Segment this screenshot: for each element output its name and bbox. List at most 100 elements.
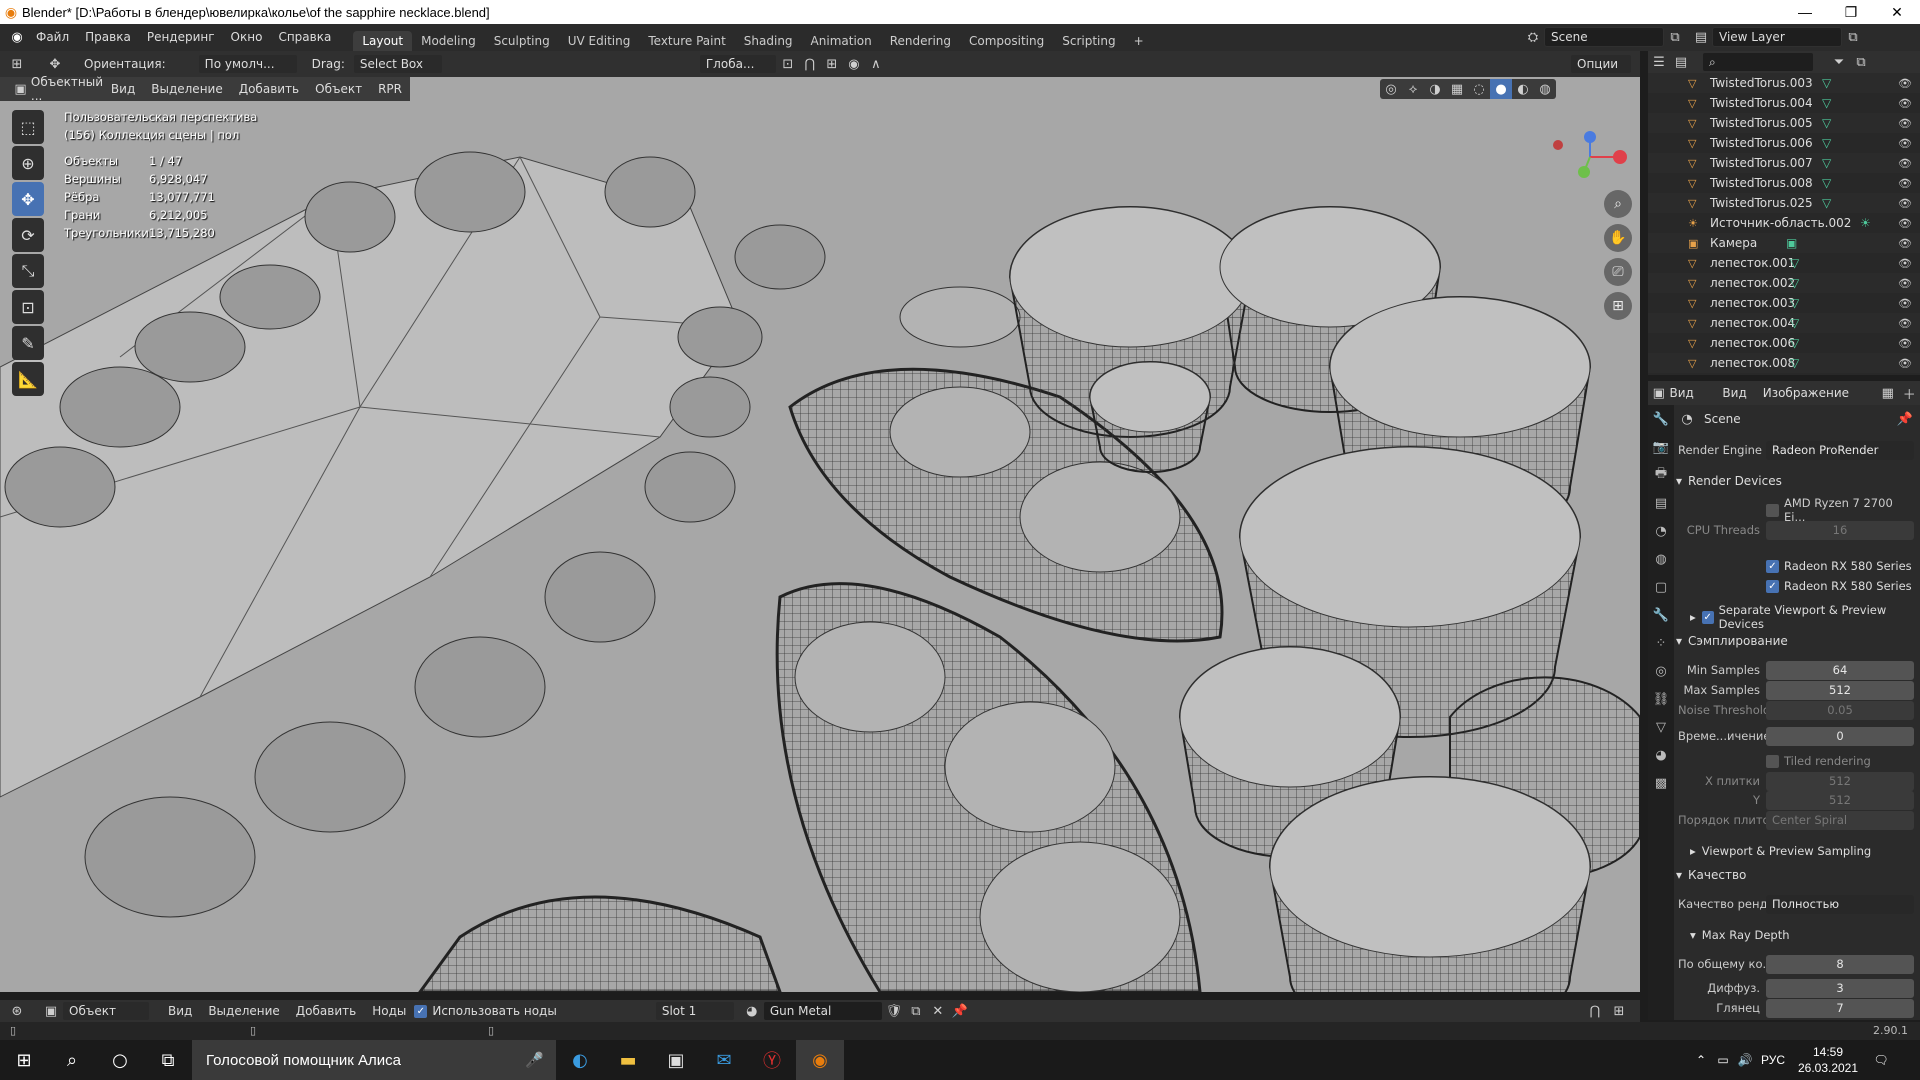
tab-texture-paint[interactable]: Texture Paint: [639, 31, 734, 51]
volume-icon[interactable]: 🔊: [1734, 1053, 1756, 1067]
overlay-icon[interactable]: ◑: [1424, 79, 1446, 99]
eye-icon[interactable]: 👁: [1898, 337, 1912, 350]
tiled-checkbox[interactable]: [1766, 754, 1779, 768]
outliner-item[interactable]: ▣ Камера ▣ 👁: [1648, 233, 1920, 253]
transform-gizmo-icon[interactable]: ✥: [44, 54, 66, 74]
move-tool-icon[interactable]: ✥: [12, 182, 44, 216]
outliner-item[interactable]: ▽ TwistedTorus.004 ▽ 👁: [1648, 93, 1920, 113]
outliner-search-input[interactable]: ⌕: [1702, 52, 1814, 72]
data-tab-icon[interactable]: ▽: [1648, 713, 1674, 741]
view-layer-selector[interactable]: View Layer: [1712, 27, 1842, 47]
gizmo-icon[interactable]: ⟡: [1402, 79, 1424, 99]
scale-tool-icon[interactable]: ⤡: [12, 254, 44, 288]
pan-hand-icon[interactable]: ✋: [1604, 224, 1632, 252]
menu-file[interactable]: Файл: [28, 24, 77, 51]
viewport-sampling-header[interactable]: ▸ Viewport & Preview Sampling: [1676, 840, 1916, 862]
outliner-item[interactable]: ▽ TwistedTorus.003 ▽ 👁: [1648, 73, 1920, 93]
scene-icon[interactable]: ⛭: [1522, 27, 1544, 47]
cpu-threads-field[interactable]: 16: [1766, 520, 1914, 540]
tray-chevron-icon[interactable]: ⌃: [1690, 1053, 1712, 1067]
scene-tab-icon[interactable]: ◔: [1648, 517, 1674, 545]
new-collection-icon[interactable]: ⧉: [1850, 52, 1872, 72]
eye-icon[interactable]: 👁: [1898, 237, 1912, 250]
blender-menu-icon[interactable]: ◉: [6, 28, 28, 48]
start-icon[interactable]: ⊞: [0, 1040, 48, 1080]
material-name-field[interactable]: Gun Metal: [762, 1001, 883, 1021]
outliner-item[interactable]: ▽ лепесток.003 ▽ 👁: [1648, 293, 1920, 313]
eye-icon[interactable]: 👁: [1898, 97, 1912, 110]
cursor-tool-icon[interactable]: ⊕: [12, 146, 44, 180]
image-new-icon[interactable]: ＋: [1899, 383, 1920, 403]
shader-type-dropdown[interactable]: Объект: [62, 1001, 150, 1021]
node-menu-view[interactable]: Вид: [160, 998, 200, 1025]
new-view-layer-icon[interactable]: ⧉: [1842, 27, 1864, 47]
node-editor-icon[interactable]: ⊛: [6, 1001, 28, 1021]
node-overlay-icon[interactable]: ⊞: [1608, 1001, 1630, 1021]
display-mode-icon[interactable]: ▤: [1670, 52, 1692, 72]
noise-threshold-field[interactable]: 0.05: [1766, 700, 1914, 720]
outliner-item[interactable]: ▽ TwistedTorus.025 ▽ 👁: [1648, 193, 1920, 213]
node-menu-select[interactable]: Выделение: [200, 998, 287, 1025]
add-workspace-button[interactable]: +: [1125, 31, 1153, 51]
tab-layout[interactable]: Layout: [353, 30, 413, 51]
gloss-depth-field[interactable]: 7: [1766, 998, 1914, 1018]
language-indicator[interactable]: РУС: [1756, 1053, 1790, 1067]
task-view-icon[interactable]: ⧉: [144, 1040, 192, 1080]
quality-header[interactable]: ▾ Качество: [1676, 864, 1916, 886]
output-tab-icon[interactable]: 🖶: [1648, 461, 1674, 489]
solid-shading-icon[interactable]: ●: [1490, 79, 1512, 99]
magnet-icon[interactable]: ⋂: [799, 54, 821, 74]
y-tile-field[interactable]: 512: [1766, 790, 1914, 810]
world-tab-icon[interactable]: ◍: [1648, 545, 1674, 573]
menu-window[interactable]: Окно: [223, 24, 271, 51]
slot-dropdown[interactable]: Slot 1: [654, 1001, 735, 1021]
sampling-header[interactable]: ▾ Сэмплирование: [1676, 630, 1916, 652]
object-tab-icon[interactable]: ▢: [1648, 573, 1674, 601]
cpu-checkbox[interactable]: [1766, 503, 1779, 517]
view-layer-icon[interactable]: ▤: [1690, 27, 1712, 47]
snap-target-icon[interactable]: ⊞: [821, 54, 843, 74]
blender-taskbar-icon[interactable]: ◉: [796, 1040, 844, 1080]
rotate-tool-icon[interactable]: ⟳: [12, 218, 44, 252]
minimize-button[interactable]: —: [1782, 0, 1828, 24]
eye-icon[interactable]: 👁: [1898, 257, 1912, 270]
menu-view[interactable]: Вид: [103, 76, 143, 103]
total-depth-field[interactable]: 8: [1766, 954, 1914, 974]
view-layer-tab-icon[interactable]: ▤: [1648, 489, 1674, 517]
render-quality-dropdown[interactable]: Полностью: [1766, 894, 1914, 914]
gpu1-checkbox[interactable]: ✓: [1766, 559, 1779, 573]
drag-dropdown[interactable]: Select Box: [352, 54, 443, 74]
render-engine-dropdown[interactable]: Radeon ProRender: [1766, 440, 1914, 460]
wireframe-shading-icon[interactable]: ◌: [1468, 79, 1490, 99]
options-dropdown[interactable]: Опции: [1570, 54, 1632, 74]
image-mode-dropdown[interactable]: Вид: [1669, 386, 1714, 400]
eye-icon[interactable]: 👁: [1898, 157, 1912, 170]
pin-icon[interactable]: 📌: [1894, 409, 1916, 429]
select-box-tool-icon[interactable]: ⬚: [12, 110, 44, 144]
menu-help[interactable]: Справка: [270, 24, 339, 51]
tab-compositing[interactable]: Compositing: [960, 31, 1053, 51]
menu-edit[interactable]: Правка: [77, 24, 139, 51]
menu-select[interactable]: Выделение: [143, 76, 230, 103]
node-menu-node[interactable]: Ноды: [364, 998, 414, 1025]
time-limit-field[interactable]: 0: [1766, 726, 1914, 746]
visibility-icon[interactable]: ◎: [1380, 79, 1402, 99]
eye-icon[interactable]: 👁: [1898, 77, 1912, 90]
eye-icon[interactable]: 👁: [1898, 117, 1912, 130]
menu-object[interactable]: Объект: [307, 76, 370, 103]
tab-sculpting[interactable]: Sculpting: [485, 31, 559, 51]
image-browse-icon[interactable]: ▦: [1877, 383, 1898, 403]
image-menu-image[interactable]: Изображение: [1755, 380, 1857, 407]
falloff-icon[interactable]: ∧: [865, 54, 887, 74]
separate-checkbox[interactable]: ✓: [1701, 610, 1714, 624]
editor-type-icon[interactable]: ⊞: [6, 54, 28, 74]
image-menu-view[interactable]: Вид: [1714, 380, 1754, 407]
fake-user-icon[interactable]: 🛡: [883, 1001, 905, 1021]
max-ray-depth-header[interactable]: ▾ Max Ray Depth: [1676, 924, 1916, 946]
orientation-dropdown[interactable]: По умолч...: [197, 54, 298, 74]
xray-icon[interactable]: ▦: [1446, 79, 1468, 99]
eye-icon[interactable]: 👁: [1898, 137, 1912, 150]
material-icon[interactable]: ◕: [741, 1001, 763, 1021]
outliner-item[interactable]: ▽ TwistedTorus.008 ▽ 👁: [1648, 173, 1920, 193]
rendered-shading-icon[interactable]: ◍: [1534, 79, 1556, 99]
